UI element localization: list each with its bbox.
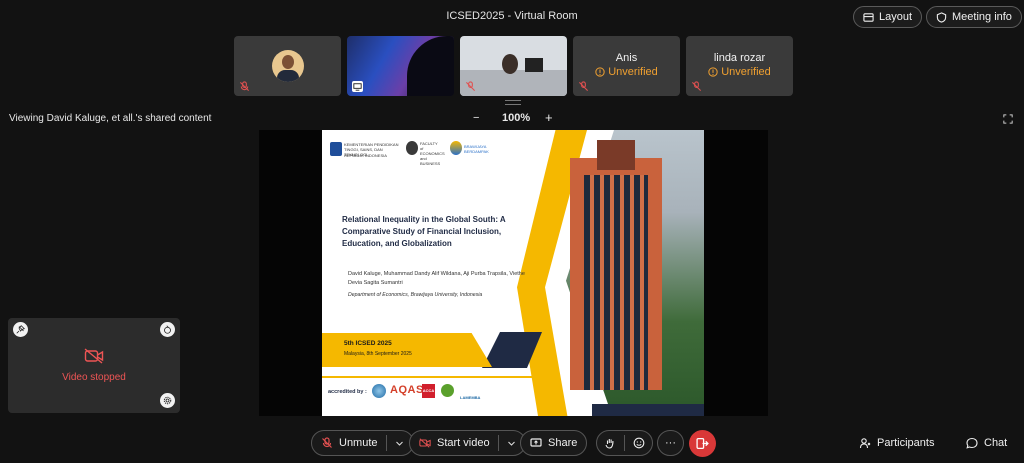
layout-icon — [863, 12, 874, 22]
slide-event: 5th ICSED 2025 — [344, 340, 392, 347]
feb-logo — [406, 141, 418, 155]
video-feed-monitor — [525, 58, 543, 72]
chevron-down-icon[interactable] — [395, 439, 404, 448]
divider — [497, 435, 499, 451]
layout-button[interactable]: Layout — [853, 6, 923, 28]
divider — [385, 435, 387, 451]
more-label: ··· — [665, 437, 676, 449]
share-label: Share — [548, 437, 578, 449]
accredited-label: accredited by : — [328, 389, 367, 395]
video-off-icon — [419, 438, 431, 448]
participant-tile[interactable] — [347, 36, 454, 96]
participant-tile[interactable] — [234, 36, 341, 96]
chat-icon — [966, 437, 978, 449]
chevron-down-icon[interactable] — [507, 439, 516, 448]
chat-button[interactable]: Chat — [966, 437, 1007, 449]
self-view-settings-button[interactable] — [160, 393, 175, 408]
shield-icon — [936, 11, 947, 23]
shared-content-view[interactable]: KEMENTERIAN PENDIDIKAN TINGGI, SAINS, DA… — [259, 130, 768, 416]
effects-icon — [164, 325, 171, 334]
slide-event-band — [322, 333, 492, 367]
zoom-out-button[interactable]: − — [473, 112, 479, 124]
accreditation-logo-leaf — [441, 384, 454, 397]
unverified-badge: Unverified — [686, 66, 793, 78]
slide-building-roof — [597, 140, 635, 170]
reactions-toolbar-group — [596, 430, 653, 456]
mic-off-icon — [465, 81, 476, 92]
warning-icon — [708, 67, 718, 77]
pin-icon — [16, 325, 25, 334]
participant-tile[interactable]: linda rozar Unverified — [686, 36, 793, 96]
emoji-icon[interactable] — [633, 437, 645, 449]
participant-tile[interactable] — [460, 36, 567, 96]
raise-hand-icon[interactable] — [604, 437, 616, 449]
unmute-label: Unmute — [339, 437, 378, 449]
slide-title: Relational Inequality in the Global Sout… — [342, 215, 506, 248]
video-feed — [460, 70, 567, 96]
mic-off-icon — [322, 437, 332, 448]
participant-name: Anis — [615, 52, 638, 64]
participants-label: Participants — [877, 437, 935, 449]
participant-tile[interactable]: Anis Unverified — [573, 36, 680, 96]
pin-button[interactable] — [13, 322, 28, 337]
gear-icon — [163, 396, 172, 405]
participants-icon — [859, 438, 871, 449]
ministry-logo-subtext: REPUBLIK INDONESIA — [344, 153, 387, 158]
avatar — [272, 50, 304, 82]
mic-off-icon — [239, 81, 250, 92]
share-button[interactable]: Share — [520, 430, 588, 456]
chat-label: Chat — [984, 437, 1008, 449]
more-options-button[interactable]: ··· — [657, 430, 684, 456]
layout-label: Layout — [879, 11, 913, 23]
brawijaya-logo — [450, 141, 462, 155]
leave-meeting-button[interactable] — [689, 430, 716, 457]
feb-logo-text: FACULTY of ECONOMICS and BUSINESS — [420, 141, 445, 166]
share-screen-icon — [530, 438, 542, 447]
start-video-button[interactable]: Start video — [409, 430, 526, 456]
zoom-level: 100% — [502, 112, 531, 124]
fullscreen-icon[interactable] — [1003, 114, 1013, 124]
ministry-logo — [330, 142, 342, 156]
participants-button[interactable]: Participants — [859, 437, 934, 449]
start-video-label: Start video — [437, 437, 490, 449]
strip-resize-handle[interactable] — [505, 100, 521, 105]
leave-icon — [696, 437, 709, 450]
aqas-logo: AQAS — [390, 384, 424, 396]
divider — [624, 435, 625, 451]
slide-building-facade — [584, 175, 648, 390]
slide-navy-bar — [592, 404, 704, 416]
meeting-info-button[interactable]: Meeting info — [926, 6, 1022, 28]
viewing-shared-content-label: Viewing David Kaluge, et all.'s shared c… — [9, 113, 212, 124]
screen-share-icon — [352, 81, 363, 92]
acca-logo: ACCA — [422, 384, 435, 398]
presentation-slide: KEMENTERIAN PENDIDIKAN TINGGI, SAINS, DA… — [322, 130, 704, 416]
mic-off-icon — [578, 81, 589, 92]
unmute-button[interactable]: Unmute — [311, 430, 414, 456]
zoom-in-button[interactable]: + — [545, 110, 553, 125]
mic-off-icon — [691, 81, 702, 92]
warning-icon — [595, 67, 605, 77]
lamemba-logo: LAMEMBA — [460, 395, 481, 400]
self-view-tile[interactable]: Video stopped — [8, 318, 180, 413]
unverified-label: Unverified — [608, 66, 658, 78]
meeting-info-label: Meeting info — [952, 11, 1012, 23]
brawijaya-logo-text: BRAWIJAYA BERDAMPAK — [464, 144, 489, 154]
unverified-label: Unverified — [721, 66, 771, 78]
accreditation-logo-globe — [372, 384, 386, 398]
video-feed-person — [502, 54, 518, 74]
slide-divider — [322, 376, 532, 378]
participant-name: linda rozar — [713, 52, 766, 64]
unverified-badge: Unverified — [573, 66, 680, 78]
slide-date: Malaysia, 8th September 2025 — [344, 351, 412, 357]
video-off-icon — [84, 348, 104, 364]
slide-authors: David Kaluge, Muhammad Dandy Alif Wildan… — [348, 271, 525, 286]
video-stopped-label: Video stopped — [62, 372, 126, 383]
reactions-button[interactable] — [160, 322, 175, 337]
slide-department: Department of Economics, Brawijaya Unive… — [348, 292, 483, 298]
